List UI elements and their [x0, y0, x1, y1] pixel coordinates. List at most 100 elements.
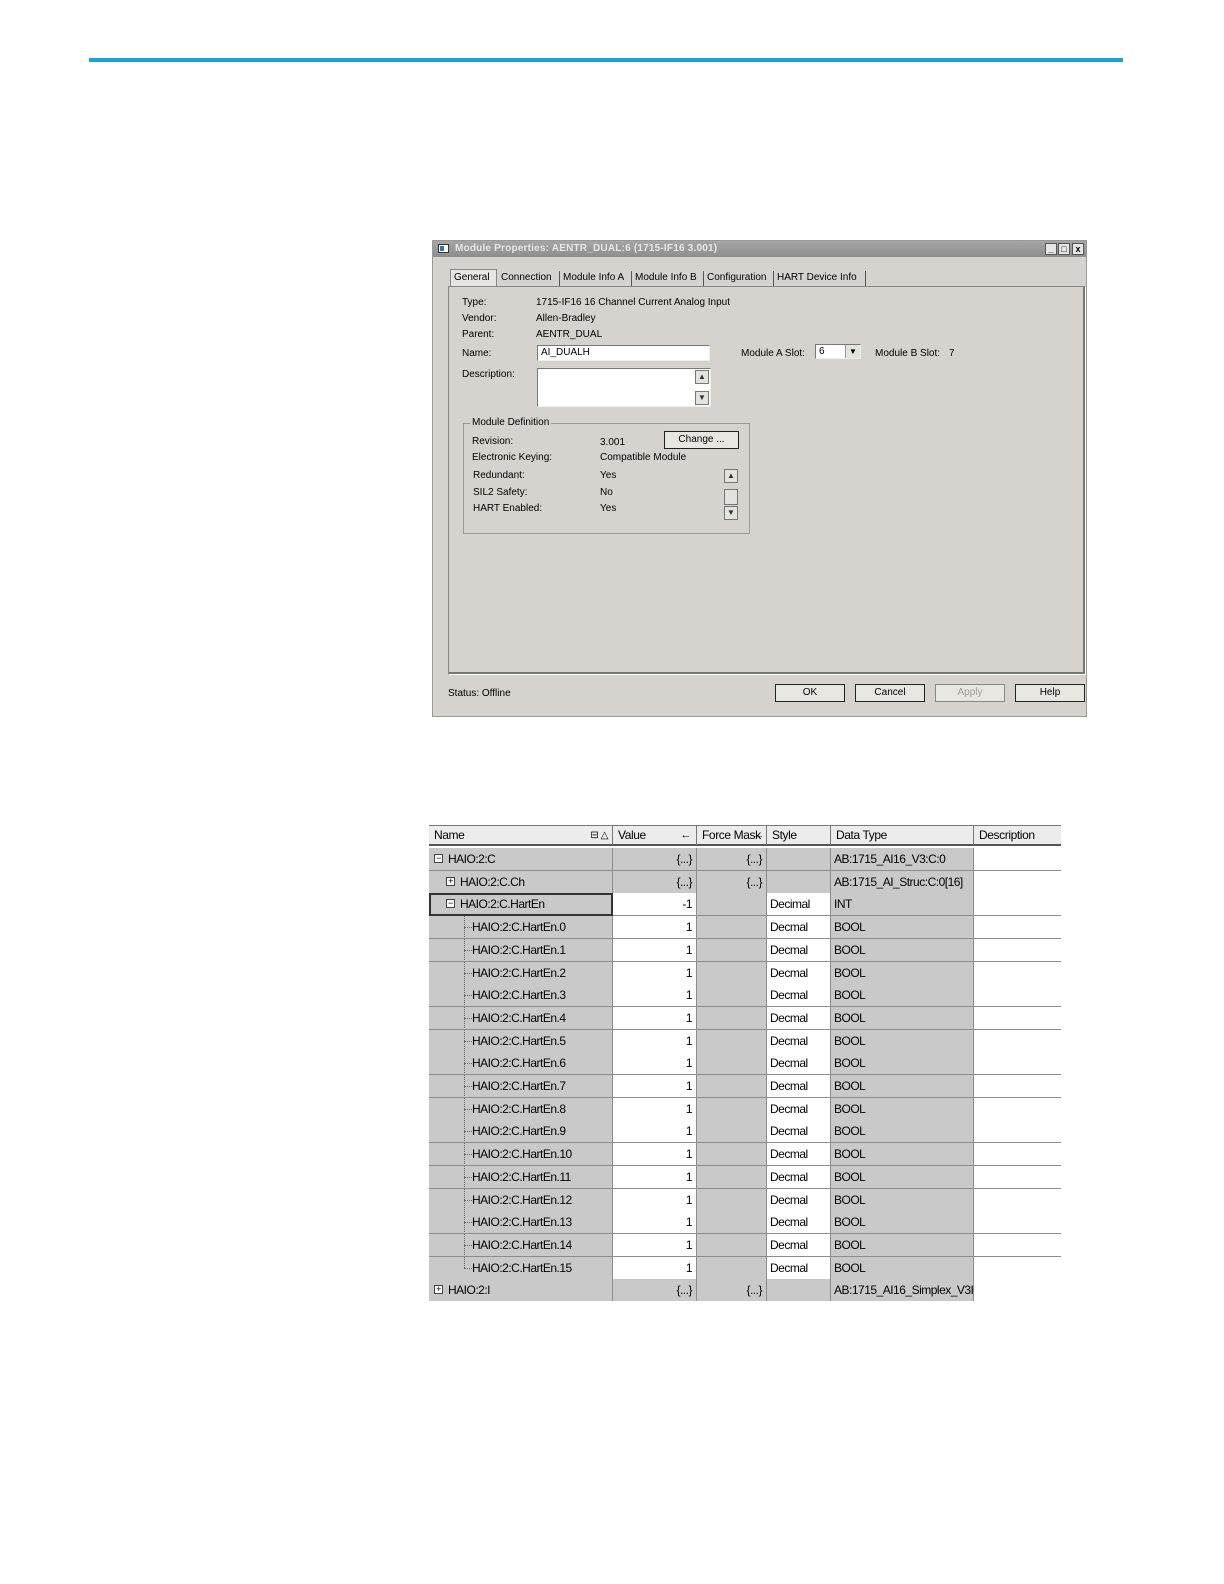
column-header-description[interactable]: Description — [974, 826, 1061, 845]
value-cell[interactable]: 1 — [613, 1211, 697, 1235]
data-type-cell[interactable]: BOOL — [831, 1097, 974, 1121]
data-type-cell[interactable]: INT — [831, 893, 974, 917]
style-cell[interactable]: Decmal — [767, 1052, 831, 1076]
value-cell[interactable]: 1 — [613, 1006, 697, 1030]
value-cell[interactable]: {...} — [613, 848, 697, 871]
data-type-cell[interactable]: BOOL — [831, 1029, 974, 1053]
style-cell[interactable]: Decimal — [767, 893, 831, 917]
force-mask-cell[interactable] — [697, 1052, 767, 1076]
force-mask-cell[interactable] — [697, 1097, 767, 1121]
table-row[interactable]: + HAIO:2:I {...} {...} AB:1715_AI16_Simplex_… — [429, 1279, 1061, 1301]
force-mask-cell[interactable] — [697, 1211, 767, 1235]
column-header-name[interactable]: Name ⊟ △ — [429, 826, 613, 845]
expand-icon[interactable]: + — [446, 876, 455, 886]
tag-name-cell[interactable]: HAIO:2:C.HartEn.11 — [429, 1165, 613, 1189]
value-cell[interactable]: -1 — [613, 893, 697, 917]
tag-name-cell[interactable]: HAIO:2:C.HartEn.8 — [429, 1097, 613, 1121]
name-input[interactable]: AI_DUALH — [537, 345, 710, 361]
style-cell[interactable]: Decmal — [767, 961, 831, 985]
style-cell[interactable] — [767, 848, 831, 871]
scroll-up-icon[interactable]: ▲ — [724, 469, 738, 483]
force-mask-cell[interactable] — [697, 938, 767, 962]
description-cell[interactable] — [974, 1188, 1061, 1212]
table-row[interactable]: HAIO:2:C.HartEn.5 1 Decmal BOOL — [429, 1029, 1061, 1053]
value-cell[interactable]: 1 — [613, 1029, 697, 1053]
table-row[interactable]: HAIO:2:C.HartEn.7 1 Decmal BOOL — [429, 1075, 1061, 1098]
value-cell[interactable]: {...} — [613, 870, 697, 894]
description-cell[interactable] — [974, 1233, 1061, 1257]
description-cell[interactable] — [974, 870, 1061, 894]
data-type-cell[interactable]: BOOL — [831, 1006, 974, 1030]
table-row[interactable]: HAIO:2:C.HartEn.9 1 Decmal BOOL — [429, 1120, 1061, 1144]
description-cell[interactable] — [974, 1052, 1061, 1076]
tag-name-cell[interactable]: HAIO:2:C.HartEn.9 — [429, 1120, 613, 1144]
force-mask-cell[interactable] — [697, 961, 767, 985]
description-cell[interactable] — [974, 1029, 1061, 1053]
tag-name-cell[interactable]: HAIO:2:C.HartEn.1 — [429, 938, 613, 962]
tag-name-cell[interactable]: + HAIO:2:I — [429, 1279, 613, 1301]
data-type-cell[interactable]: BOOL — [831, 961, 974, 985]
tab-connection[interactable]: Connection — [498, 271, 560, 286]
style-cell[interactable]: Decmal — [767, 1165, 831, 1189]
value-cell[interactable]: 1 — [613, 1165, 697, 1189]
data-type-cell[interactable]: BOOL — [831, 1052, 974, 1076]
tag-name-cell[interactable]: HAIO:2:C.HartEn.14 — [429, 1233, 613, 1257]
force-mask-cell[interactable] — [697, 1256, 767, 1280]
column-header-style[interactable]: Style — [767, 826, 831, 845]
force-mask-cell[interactable] — [697, 916, 767, 940]
maximize-icon[interactable]: □ — [1058, 243, 1070, 255]
description-cell[interactable] — [974, 1075, 1061, 1098]
tag-name-cell[interactable]: HAIO:2:C.HartEn.6 — [429, 1052, 613, 1076]
value-cell[interactable]: 1 — [613, 1256, 697, 1280]
table-row[interactable]: HAIO:2:C.HartEn.6 1 Decmal BOOL — [429, 1052, 1061, 1076]
style-cell[interactable]: Decmal — [767, 1188, 831, 1212]
data-type-cell[interactable]: BOOL — [831, 1165, 974, 1189]
value-cell[interactable]: 1 — [613, 1143, 697, 1167]
description-cell[interactable] — [974, 1279, 1061, 1301]
tag-name-cell[interactable]: HAIO:2:C.HartEn.4 — [429, 1006, 613, 1030]
table-row[interactable]: HAIO:2:C.HartEn.13 1 Decmal BOOL — [429, 1211, 1061, 1235]
force-mask-cell[interactable]: {...} — [697, 1279, 767, 1301]
data-type-cell[interactable]: BOOL — [831, 938, 974, 962]
style-cell[interactable]: Decmal — [767, 1006, 831, 1030]
style-cell[interactable]: Decmal — [767, 984, 831, 1008]
table-row[interactable]: HAIO:2:C.HartEn.1 1 Decmal BOOL — [429, 938, 1061, 962]
expand-icon[interactable]: + — [434, 1285, 443, 1295]
tab-module-info-a[interactable]: Module Info A — [560, 271, 632, 286]
close-icon[interactable]: x — [1072, 243, 1084, 255]
description-cell[interactable] — [974, 1120, 1061, 1144]
description-cell[interactable] — [974, 1165, 1061, 1189]
description-cell[interactable] — [974, 848, 1061, 871]
table-row[interactable]: + HAIO:2:C.Ch {...} {...} AB:1715_AI_Struc:C… — [429, 870, 1061, 894]
style-cell[interactable]: Decmal — [767, 1120, 831, 1144]
data-type-cell[interactable]: BOOL — [831, 1120, 974, 1144]
scroll-down-icon[interactable]: ▼ — [724, 506, 738, 520]
force-mask-cell[interactable] — [697, 984, 767, 1008]
tab-configuration[interactable]: Configuration — [704, 271, 774, 286]
column-header-data-type[interactable]: Data Type — [831, 826, 974, 845]
table-row[interactable]: HAIO:2:C.HartEn.12 1 Decmal BOOL — [429, 1188, 1061, 1212]
tag-name-cell[interactable]: HAIO:2:C.HartEn.13 — [429, 1211, 613, 1235]
collapse-icon[interactable]: − — [446, 899, 455, 909]
description-cell[interactable] — [974, 961, 1061, 985]
description-cell[interactable] — [974, 1143, 1061, 1167]
description-cell[interactable] — [974, 1097, 1061, 1121]
style-cell[interactable]: Decmal — [767, 1233, 831, 1257]
table-row[interactable]: HAIO:2:C.HartEn.4 1 Decmal BOOL — [429, 1006, 1061, 1030]
style-cell[interactable] — [767, 870, 831, 894]
sort-filter-icon[interactable]: ⊟ △ — [590, 826, 608, 845]
style-cell[interactable]: Decmal — [767, 1075, 831, 1098]
description-cell[interactable] — [974, 1211, 1061, 1235]
scroll-down-icon[interactable]: ▼ — [695, 391, 709, 405]
data-type-cell[interactable]: AB:1715_AI16_V3:C:0 — [831, 848, 974, 871]
value-cell[interactable]: 1 — [613, 916, 697, 940]
tag-name-cell[interactable]: HAIO:2:C.HartEn.2 — [429, 961, 613, 985]
table-row[interactable]: − HAIO:2:C.HartEn -1 Decimal INT — [429, 893, 1061, 917]
table-row[interactable]: HAIO:2:C.HartEn.10 1 Decmal BOOL — [429, 1143, 1061, 1167]
data-type-cell[interactable]: BOOL — [831, 1256, 974, 1280]
chevron-down-icon[interactable]: ▼ — [845, 345, 860, 358]
force-mask-cell[interactable] — [697, 1120, 767, 1144]
column-header-value[interactable]: Value ← — [613, 826, 697, 845]
value-cell[interactable]: 1 — [613, 1233, 697, 1257]
force-mask-cell[interactable]: {...} — [697, 848, 767, 871]
